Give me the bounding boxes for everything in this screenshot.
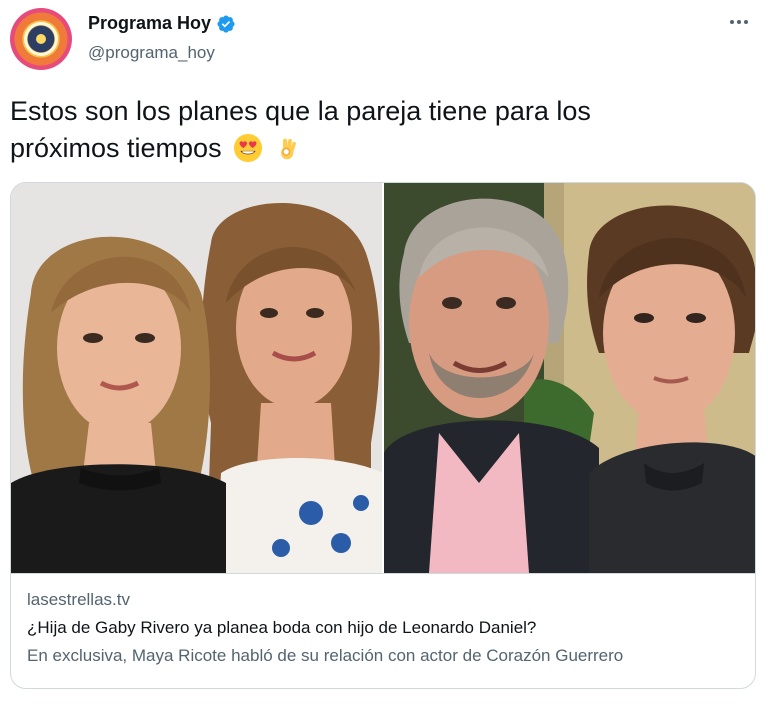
tweet-text: Estos son los planes que la pareja tiene… [10, 93, 740, 167]
display-name[interactable]: Programa Hoy [88, 13, 211, 34]
more-options-icon[interactable] [726, 12, 752, 32]
tweet[interactable]: Programa Hoy @programa_hoy Estos son los… [0, 0, 768, 706]
link-card[interactable]: lasestrellas.tv ¿Hija de Gaby Rivero ya … [10, 182, 756, 689]
handle[interactable]: @programa_hoy [88, 43, 215, 63]
ok-hand-emoji-icon [275, 133, 305, 163]
card-description: En exclusiva, Maya Ricote habló de su re… [27, 646, 624, 665]
card-domain: lasestrellas.tv [27, 590, 130, 609]
photo-right [384, 183, 755, 573]
card-media[interactable] [11, 183, 755, 573]
heart-eyes-emoji-icon [233, 133, 263, 163]
photo-left [11, 183, 382, 573]
verified-badge-icon [216, 14, 236, 34]
name-row: Programa Hoy [88, 13, 236, 34]
card-meta[interactable]: lasestrellas.tv ¿Hija de Gaby Rivero ya … [11, 573, 755, 688]
tweet-text-line2: próximos tiempos [10, 133, 222, 163]
avatar-center [36, 34, 46, 44]
card-title: ¿Hija de Gaby Rivero ya planea boda con … [27, 618, 537, 637]
tweet-text-line1: Estos son los planes que la pareja tiene… [10, 96, 591, 126]
avatar[interactable] [10, 8, 72, 70]
